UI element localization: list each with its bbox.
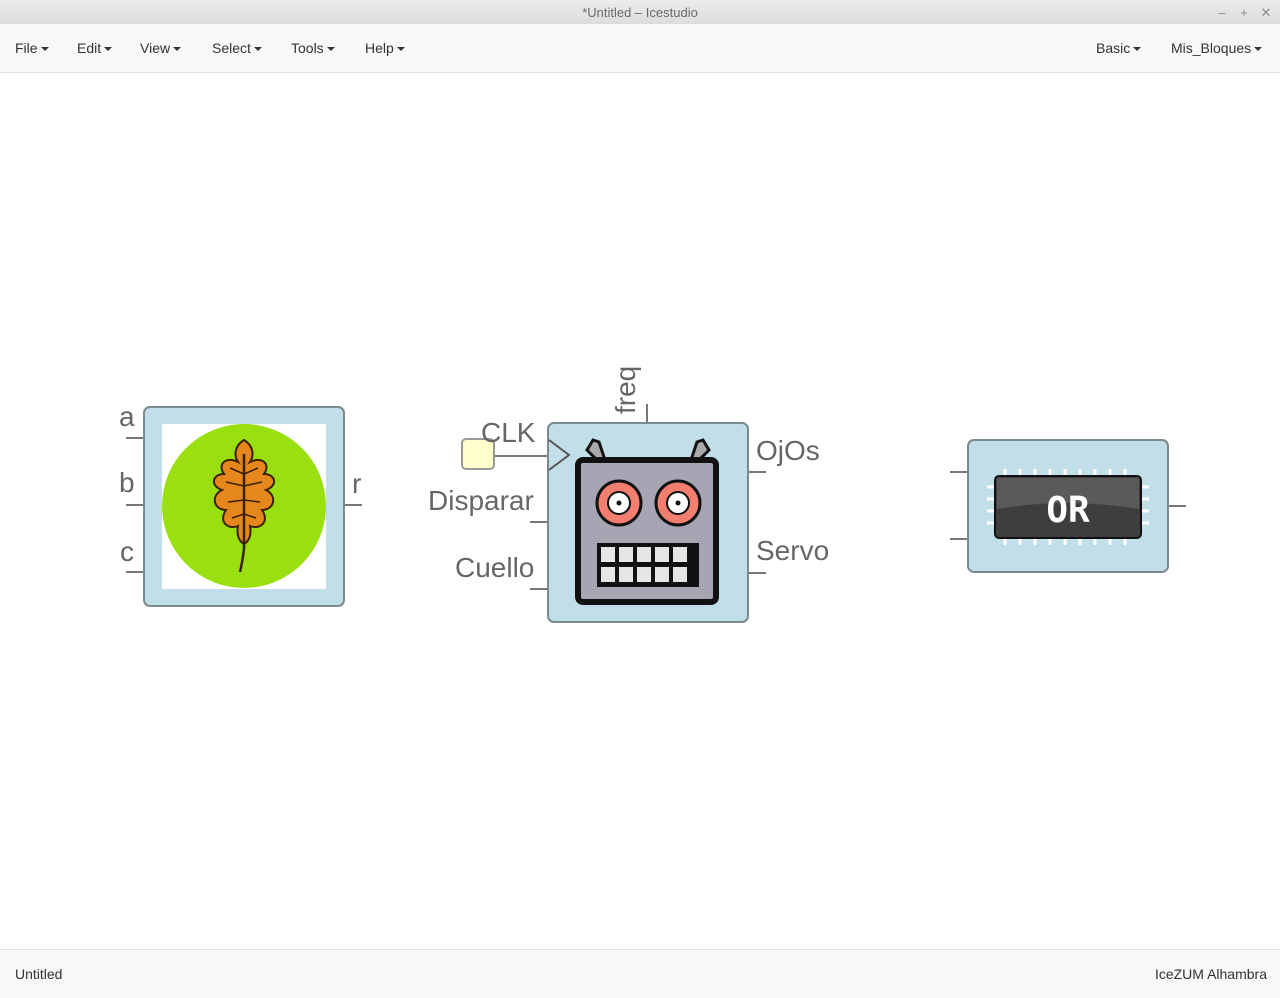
output-port-servo[interactable] xyxy=(748,572,766,574)
window-title: *Untitled – Icestudio xyxy=(582,5,698,20)
menu-file[interactable]: File xyxy=(15,24,49,72)
menubar: File Edit View Select Tools Help Basic M… xyxy=(0,24,1280,73)
window-controls: – + ✕ xyxy=(1216,0,1272,24)
design-canvas[interactable]: a b c r freq CLK Disparar Cuello OjOs Se… xyxy=(0,73,1280,949)
status-board-selector[interactable]: IceZUM Alhambra xyxy=(1155,950,1267,998)
caret-down-icon xyxy=(326,47,335,52)
caret-down-icon xyxy=(40,47,49,52)
input-port-b[interactable] xyxy=(126,504,144,506)
robot-block-body[interactable] xyxy=(547,422,749,623)
input-port-label-clk: CLK xyxy=(481,417,536,448)
input-port-c[interactable] xyxy=(126,571,144,573)
status-file-name: Untitled xyxy=(15,966,63,982)
or-gate-chip-icon: OR xyxy=(987,469,1149,545)
output-port-r[interactable] xyxy=(344,504,362,506)
window-titlebar: *Untitled – Icestudio – + ✕ xyxy=(0,0,1280,25)
or-output-port[interactable] xyxy=(1168,505,1186,507)
menu-tools[interactable]: Tools xyxy=(291,24,335,72)
close-button[interactable]: ✕ xyxy=(1260,0,1272,25)
output-port-label-ojos: OjOs xyxy=(756,435,820,466)
leaf-block-image xyxy=(162,424,326,589)
input-port-cuello[interactable] xyxy=(530,588,548,590)
menu-basic[interactable]: Basic xyxy=(1096,24,1142,72)
input-port-label-a: a xyxy=(119,401,135,432)
output-port-ojos[interactable] xyxy=(748,471,766,473)
param-label-freq-svg: freq xyxy=(610,366,641,414)
caret-down-icon xyxy=(104,47,113,52)
menu-mis-bloques[interactable]: Mis_Bloques xyxy=(1171,24,1263,72)
output-port-label-r: r xyxy=(352,468,362,499)
input-port-disparar[interactable] xyxy=(530,521,548,523)
caret-down-icon xyxy=(253,47,262,52)
input-port-label-c: c xyxy=(120,536,134,567)
caret-down-icon xyxy=(1133,47,1142,52)
statusbar: Untitled IceZUM Alhambra xyxy=(0,949,1280,998)
robot-face-icon xyxy=(548,438,719,605)
output-port-label-servo: Servo xyxy=(756,535,830,566)
or-block-body[interactable]: OR xyxy=(967,439,1169,573)
or-input-port-1[interactable] xyxy=(950,471,968,473)
input-port-label-cuello: Cuello xyxy=(455,552,535,583)
leaf-block-body[interactable] xyxy=(143,406,345,607)
maximize-button[interactable]: + xyxy=(1238,0,1250,25)
menu-view[interactable]: View xyxy=(140,24,182,72)
or-input-port-2[interactable] xyxy=(950,538,968,540)
caret-down-icon xyxy=(1254,47,1263,52)
oak-leaf-icon xyxy=(162,424,326,588)
or-chip-label: OR xyxy=(1046,490,1090,531)
menu-help[interactable]: Help xyxy=(365,24,405,72)
minimize-button[interactable]: – xyxy=(1216,0,1228,25)
menu-edit[interactable]: Edit xyxy=(77,24,113,72)
param-label-freq: freq xyxy=(610,366,641,414)
input-port-label-disparar: Disparar xyxy=(428,485,534,516)
param-port-freq[interactable] xyxy=(646,404,648,422)
caret-down-icon xyxy=(396,47,405,52)
clk-wire[interactable] xyxy=(495,455,548,457)
caret-down-icon xyxy=(173,47,182,52)
menu-select[interactable]: Select xyxy=(212,24,262,72)
input-port-label-b: b xyxy=(119,467,135,498)
input-port-a[interactable] xyxy=(126,437,144,439)
